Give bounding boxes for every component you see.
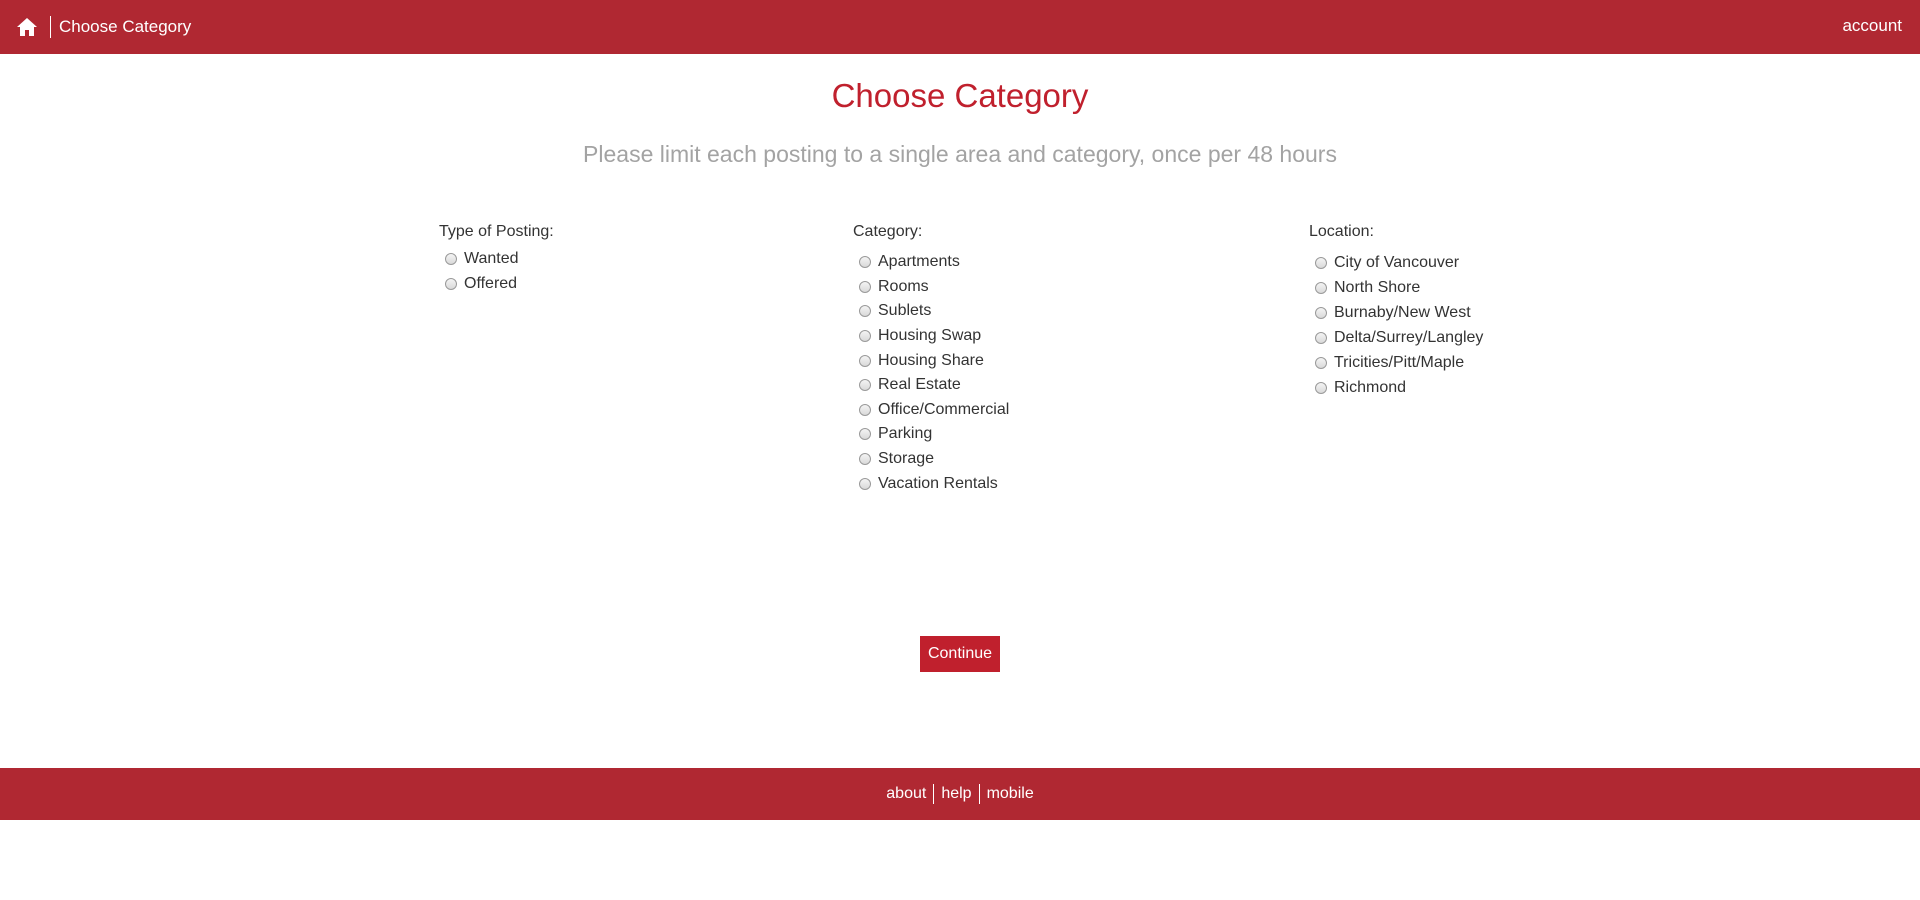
category-group: Category: Apartments Rooms Sublets Housi…: [853, 222, 1009, 496]
radio-option-label: Delta/Surrey/Langley: [1334, 328, 1484, 346]
breadcrumb-divider: [50, 16, 51, 38]
radio-option-label: Sublets: [878, 302, 932, 320]
radio-option-burnaby-new-west[interactable]: Burnaby/New West: [1309, 300, 1483, 325]
radio-option-label: North Shore: [1334, 278, 1421, 296]
radio-button[interactable]: [859, 354, 871, 367]
radio-option-apartments[interactable]: Apartments: [853, 250, 1009, 275]
radio-option-label: Vacation Rentals: [878, 474, 998, 492]
radio-button[interactable]: [859, 453, 871, 466]
breadcrumb-title: Choose Category: [59, 17, 192, 36]
radio-button[interactable]: [1315, 281, 1327, 294]
radio-option-label: Real Estate: [878, 376, 961, 394]
footer-link-help[interactable]: help: [934, 784, 978, 804]
radio-option-richmond[interactable]: Richmond: [1309, 375, 1483, 400]
type-of-posting-group: Type of Posting: Wanted Offered: [439, 222, 554, 296]
radio-button[interactable]: [859, 305, 871, 318]
radio-option-label: Office/Commercial: [878, 400, 1010, 418]
radio-option-label: Parking: [878, 425, 933, 443]
footer-link-about[interactable]: about: [879, 784, 933, 804]
radio-option-rooms[interactable]: Rooms: [853, 275, 1009, 300]
account-link[interactable]: account: [1842, 16, 1902, 36]
radio-button[interactable]: [1315, 331, 1327, 344]
page-title: Choose Category: [831, 77, 1089, 114]
radio-button[interactable]: [859, 256, 871, 269]
radio-button[interactable]: [859, 280, 871, 293]
radio-button[interactable]: [1315, 256, 1327, 269]
radio-option-label: Burnaby/New West: [1334, 303, 1471, 321]
location-label: Location:: [1309, 223, 1374, 240]
radio-button[interactable]: [859, 379, 871, 392]
radio-option-label: Rooms: [878, 277, 929, 295]
radio-option-vacation-rentals[interactable]: Vacation Rentals: [853, 471, 1009, 496]
page-subtitle: Please limit each posting to a single ar…: [583, 141, 1337, 167]
radio-option-north-shore[interactable]: North Shore: [1309, 275, 1483, 300]
radio-button[interactable]: [1315, 306, 1327, 319]
footer-link-mobile[interactable]: mobile: [980, 784, 1041, 804]
radio-button[interactable]: [859, 428, 871, 441]
radio-option-label: Housing Swap: [878, 327, 982, 345]
radio-option-housing-swap[interactable]: Housing Swap: [853, 324, 1009, 349]
home-icon[interactable]: [16, 17, 38, 37]
radio-option-housing-share[interactable]: Housing Share: [853, 348, 1009, 373]
radio-option-label: Tricities/Pitt/Maple: [1334, 353, 1465, 371]
radio-option-real-estate[interactable]: Real Estate: [853, 373, 1009, 398]
radio-option-label: Offered: [464, 274, 518, 292]
radio-button[interactable]: [859, 330, 871, 343]
radio-option-label: Housing Share: [878, 351, 984, 369]
radio-button[interactable]: [1315, 381, 1327, 394]
radio-button[interactable]: [859, 403, 871, 416]
radio-option-label: Richmond: [1334, 378, 1407, 396]
radio-button[interactable]: [445, 277, 457, 290]
radio-option-sublets[interactable]: Sublets: [853, 299, 1009, 324]
type-of-posting-label: Type of Posting:: [439, 223, 554, 240]
location-group: Location: City of Vancouver North Shore …: [1309, 222, 1483, 400]
category-label: Category:: [853, 223, 923, 240]
radio-option-label: City of Vancouver: [1334, 253, 1460, 271]
radio-option-offered[interactable]: Offered: [439, 272, 554, 297]
radio-option-delta-surrey-langley[interactable]: Delta/Surrey/Langley: [1309, 325, 1483, 350]
radio-option-office-commercial[interactable]: Office/Commercial: [853, 398, 1009, 423]
radio-option-city-of-vancouver[interactable]: City of Vancouver: [1309, 250, 1483, 275]
radio-option-label: Storage: [878, 450, 935, 468]
radio-button[interactable]: [859, 477, 871, 490]
radio-button[interactable]: [445, 253, 457, 266]
top-navigation-bar: Choose Category account: [0, 0, 1920, 54]
footer-bar: about help mobile: [0, 768, 1920, 820]
radio-option-storage[interactable]: Storage: [853, 447, 1009, 472]
radio-option-tricities-pitt-maple[interactable]: Tricities/Pitt/Maple: [1309, 350, 1483, 375]
radio-option-label: Apartments: [878, 253, 960, 271]
footer-links: about help mobile: [0, 784, 1920, 804]
radio-option-label: Wanted: [464, 250, 519, 268]
radio-option-parking[interactable]: Parking: [853, 422, 1009, 447]
continue-button[interactable]: Continue: [920, 636, 1000, 672]
radio-button[interactable]: [1315, 356, 1327, 369]
radio-option-wanted[interactable]: Wanted: [439, 247, 554, 272]
